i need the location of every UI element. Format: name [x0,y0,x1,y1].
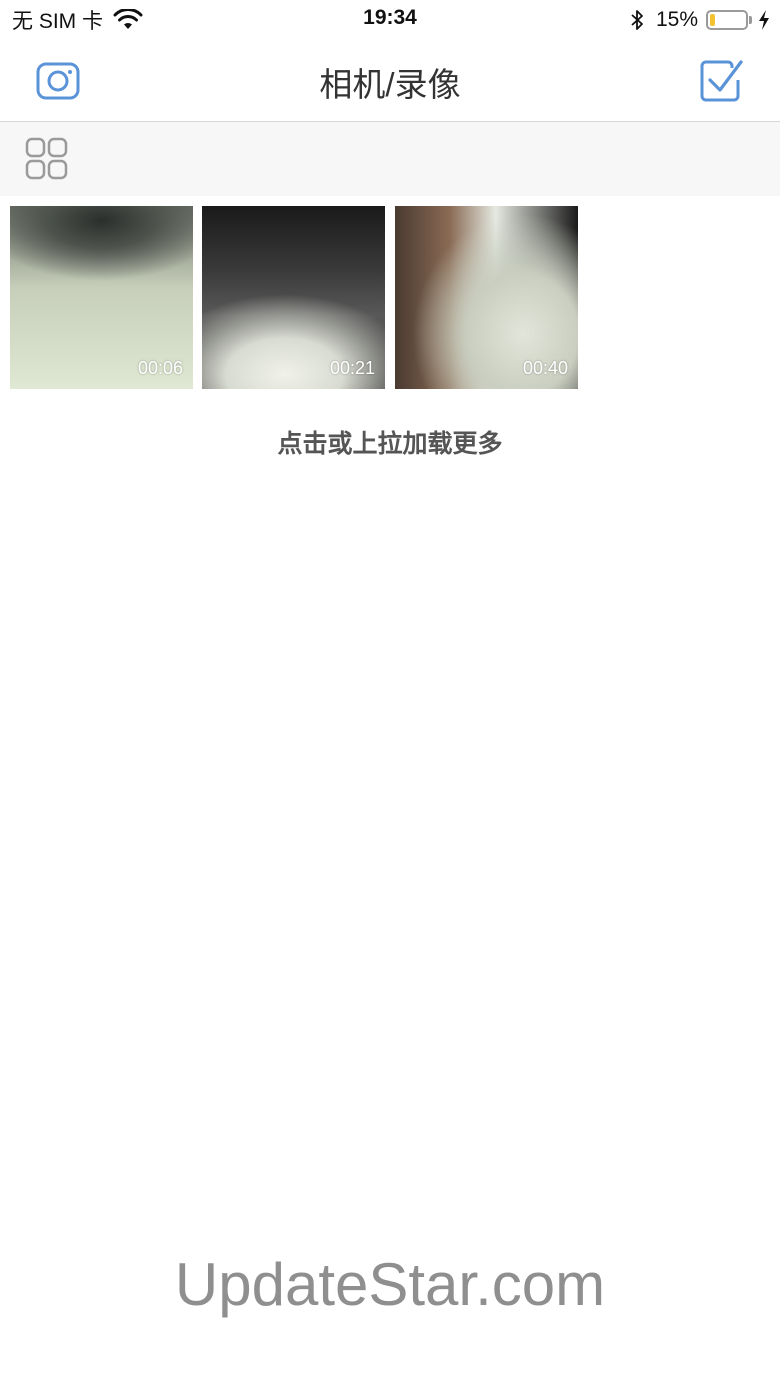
battery-fill [710,14,715,26]
load-more-button[interactable]: 点击或上拉加载更多 [0,424,780,460]
video-thumbnail[interactable]: 00:06 [10,206,193,389]
battery-cap [749,16,752,24]
nav-bar: 相机/录像 [0,40,780,122]
status-right: 15% [630,6,770,34]
battery-percent: 15% [655,8,698,31]
battery-icon [706,10,748,30]
bluetooth-icon [631,10,643,30]
video-duration: 00:21 [329,358,375,378]
screen: 无 SIM 卡 19:34 15% 相机/录像 00:06 00:21 00:4… [0,0,780,1387]
video-duration: 00:06 [137,358,183,378]
video-thumbnail[interactable]: 00:21 [202,206,385,389]
video-duration: 00:40 [522,358,568,378]
toolbar [0,122,780,196]
grid-icon[interactable] [24,136,70,182]
video-thumbnail[interactable]: 00:40 [395,206,578,389]
check-square-icon[interactable] [698,56,744,104]
page-title: 相机/录像 [319,66,461,103]
status-bar: 无 SIM 卡 19:34 15% [0,0,780,40]
watermark: UpdateStar.com [174,1251,606,1318]
charging-bolt-icon [759,10,769,30]
